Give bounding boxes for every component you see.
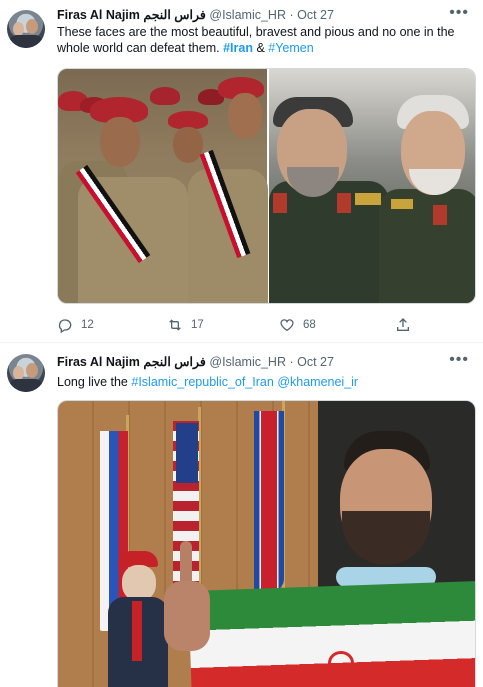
tweet-text: These faces are the most beautiful, brav… [57,24,467,56]
tweet-header: Firas Al Najim فراس النجم @Islamic_HR · … [57,7,334,22]
ellipsis-icon: ••• [449,4,469,21]
tweet-header: Firas Al Najim فراس النجم @Islamic_HR · … [57,354,334,369]
photo-yemeni-officers[interactable] [58,69,268,303]
tweet-2[interactable]: Firas Al Najim فراس النجم @Islamic_HR · … [0,344,483,687]
reply-count: 12 [81,319,94,331]
author-avatar[interactable] [7,354,45,392]
author-name[interactable]: Firas Al Najim فراس النجم [57,8,206,22]
heart-icon [280,319,294,332]
retweet-button[interactable]: 17 [167,317,204,333]
hand [164,541,212,651]
person-red-cap [108,551,168,687]
like-count: 68 [303,319,316,331]
ellipsis-icon: ••• [449,351,469,368]
tweet-1[interactable]: Firas Al Najim فراس النجم @Islamic_HR · … [0,0,483,343]
author-handle[interactable]: @Islamic_HR [209,355,286,369]
ampersand: & [256,41,265,55]
tweet-body: Long live the [57,375,128,389]
more-options-button[interactable]: ••• [449,352,469,368]
more-options-button[interactable]: ••• [449,5,469,21]
iran-emblem-icon [328,651,354,675]
retweet-count: 17 [191,319,204,331]
tweet-media[interactable] [57,68,476,304]
mention-khamenei[interactable]: @khamenei_ir [277,375,358,389]
hashtag-yemen[interactable]: #Yemen [268,41,313,55]
tweet-text: Long live the #Islamic_republic_of_Iran … [57,374,467,390]
photo-iranian-commanders[interactable] [269,69,475,303]
tweet-actions: 12 17 68 [57,317,417,335]
separator-dot: · [289,8,294,22]
reply-icon [58,319,72,333]
author-avatar[interactable] [7,10,45,48]
tweet-media[interactable] [57,400,476,687]
author-handle[interactable]: @Islamic_HR [209,8,286,22]
north-korean-flag [254,411,284,591]
share-button[interactable] [395,317,419,333]
share-icon [397,318,409,331]
hashtag-islamic-republic-of-iran[interactable]: #Islamic_republic_of_Iran [131,375,273,389]
separator-dot: · [289,355,294,369]
author-name[interactable]: Firas Al Najim فراس النجم [57,355,206,369]
tweet-timestamp[interactable]: Oct 27 [297,8,334,22]
hashtag-iran[interactable]: #Iran [223,41,253,55]
like-button[interactable]: 68 [279,317,316,333]
tweet-timestamp[interactable]: Oct 27 [297,355,334,369]
retweet-icon [169,319,181,331]
reply-button[interactable]: 12 [57,317,94,333]
